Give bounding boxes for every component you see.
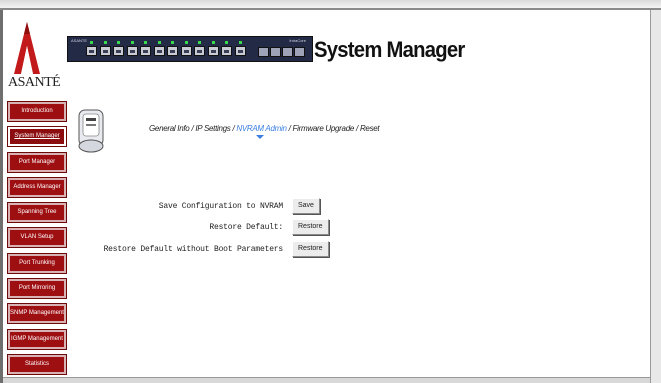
port-led-icon	[117, 41, 120, 44]
port-led-icon	[198, 41, 201, 44]
port-led-icon	[90, 41, 93, 44]
breadcrumb-link-general-info[interactable]: General Info	[149, 124, 190, 133]
sidebar-item-label: System Manager	[14, 133, 60, 140]
action-label: Save Configuration to NVRAM	[158, 201, 283, 211]
sidebar-item-introduction[interactable]: Introduction	[7, 101, 67, 122]
breadcrumb-link-ip-settings[interactable]: IP Settings	[195, 124, 230, 133]
switch-port-icon	[140, 46, 151, 56]
save-button[interactable]: Save	[292, 198, 320, 214]
sidebar-item-spanning-tree[interactable]: Spanning Tree	[7, 202, 67, 224]
switch-device-icon	[78, 109, 104, 153]
sidebar-item-address-manager[interactable]: Address Manager	[7, 176, 67, 198]
switch-port-icon	[180, 46, 192, 56]
sidebar-item-label: Spanning Tree	[17, 209, 57, 216]
uplink-module-icon	[270, 47, 281, 57]
action-label: Restore Default:	[209, 222, 283, 232]
switch-port-icon	[113, 46, 124, 56]
port-led-icon	[130, 41, 134, 44]
restore-button[interactable]: Restore	[292, 241, 329, 257]
switch-model-label: ASANTE	[71, 38, 88, 43]
switch-port-icon	[86, 46, 97, 56]
vertical-scrollbar[interactable]	[650, 10, 661, 383]
action-label: Restore Default without Boot Parameters	[103, 244, 284, 254]
sidebar-item-port-trunking[interactable]: Port Trunking	[7, 252, 67, 274]
window-left-edge	[0, 10, 3, 383]
switch-port-icon	[99, 46, 111, 56]
switch-port-icon	[207, 46, 219, 56]
switch-port-icon	[234, 46, 246, 56]
sidebar-item-port-manager[interactable]: Port Manager	[7, 151, 67, 173]
switch-series-label: IntraCore	[289, 38, 306, 43]
horizontal-scrollbar[interactable]	[3, 377, 650, 383]
breadcrumb-separator: /	[232, 124, 235, 133]
sidebar-item-label: Port Mirroring	[18, 285, 56, 292]
breadcrumb-separator: /	[288, 124, 291, 133]
switch-port-icon	[221, 46, 232, 56]
uplink-module-icon	[282, 47, 293, 57]
sidebar-item-label: IGMP Management	[11, 335, 63, 342]
sidebar-item-statistics[interactable]: Statistics	[7, 353, 67, 375]
breadcrumb-link-nvram-admin[interactable]: NVRAM Admin	[236, 124, 287, 133]
uplink-module-icon	[294, 47, 305, 57]
action-row: Restore Default without Boot Parameters	[103, 241, 284, 257]
sidebar-item-label: SNMP Management	[10, 310, 64, 317]
port-led-icon	[225, 41, 228, 44]
sidebar-item-label: VLAN Setup	[20, 234, 54, 241]
sidebar-item-label: Port Manager	[18, 158, 56, 165]
current-tab-arrow-icon	[256, 135, 264, 139]
sidebar-item-snmp-management[interactable]: SNMP Management	[7, 303, 67, 325]
uplink-module-icon	[258, 47, 269, 57]
switch-port-icon	[194, 46, 205, 56]
restore-button[interactable]: Restore	[292, 219, 329, 235]
sidebar-item-port-mirroring[interactable]: Port Mirroring	[7, 278, 67, 300]
breadcrumb-separator: /	[356, 124, 358, 133]
sidebar-item-label: Port Trunking	[19, 259, 55, 266]
port-led-icon	[144, 41, 147, 44]
action-row: Save Configuration to NVRAM	[159, 198, 283, 214]
switch-port-icon	[167, 46, 178, 56]
sidebar-item-label: Introduction	[21, 108, 53, 114]
switch-port-icon	[153, 46, 165, 56]
asante-logo: ASANTÉ	[8, 22, 61, 94]
port-led-icon	[103, 41, 107, 44]
breadcrumb-link-reset[interactable]: Reset	[360, 124, 380, 133]
port-led-icon	[211, 41, 215, 44]
sidebar-item-label: Statistics	[24, 360, 49, 367]
page-title: System Manager	[314, 37, 465, 62]
breadcrumb-separator: /	[191, 124, 194, 133]
switch-front-panel: ASANTE IntraCore	[67, 36, 313, 62]
port-led-icon	[157, 41, 161, 44]
sidebar-item-label: Address Manager	[13, 183, 61, 190]
sidebar-item-igmp-management[interactable]: IGMP Management	[7, 328, 67, 350]
port-led-icon	[238, 41, 242, 44]
sidebar-item-vlan-setup[interactable]: VLAN Setup	[7, 227, 67, 249]
breadcrumb-link-firmware-upgrade[interactable]: Firmware Upgrade	[293, 124, 355, 133]
port-led-icon	[184, 41, 188, 44]
logo-wordmark: ASANTÉ	[8, 75, 61, 90]
switch-port-icon	[126, 46, 138, 56]
asante-logo-mark-icon	[14, 22, 40, 74]
sidebar-item-system-manager[interactable]: System Manager	[7, 126, 67, 148]
port-led-icon	[171, 41, 174, 44]
breadcrumb: General Info / IP Settings / NVRAM Admin / Fir…	[149, 124, 380, 133]
action-row: Restore Default:	[209, 219, 283, 235]
browser-top-bar	[0, 0, 661, 10]
sidebar-nav: Introduction System Manager Port Manager Ad…	[7, 101, 67, 380]
